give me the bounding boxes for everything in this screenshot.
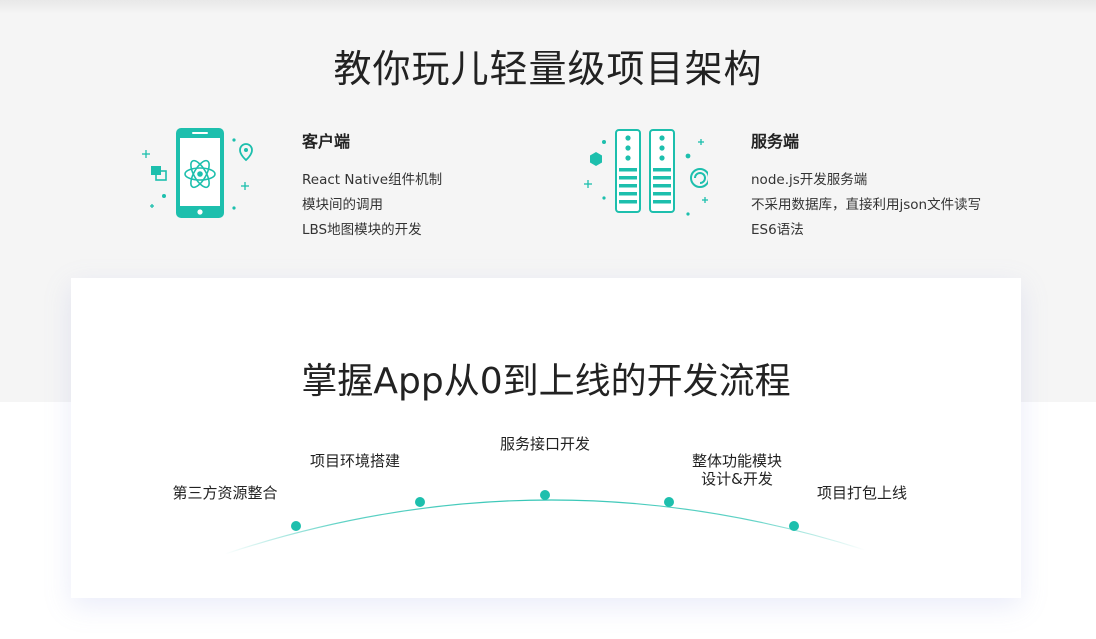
timeline-node [291, 521, 301, 531]
client-heading: 客户端 [302, 132, 351, 151]
client-list: React Native组件机制 模块间的调用 LBS地图模块的开发 [302, 168, 582, 243]
top-shadow [0, 0, 1096, 14]
server-racks-icon [582, 124, 710, 228]
step-label-line: 项目环境搭建 [309, 452, 400, 470]
server-item: ES6语法 [751, 222, 804, 238]
client-item: React Native组件机制 [302, 172, 443, 188]
client-item: LBS地图模块的开发 [302, 222, 422, 238]
step-label: 服务接口开发 [485, 435, 605, 453]
architecture-title: 教你玩儿轻量级项目架构 [333, 47, 763, 91]
course-page: 教你玩儿轻量级项目架构 客户端 React Native组件机制 模块间的调用 … [0, 0, 1096, 639]
step-label: 项目环境搭建 [295, 452, 415, 470]
step-label: 整体功能模块 设计&开发 [677, 452, 797, 488]
timeline-node [415, 497, 425, 507]
step-label-line: 整体功能模块 [691, 452, 782, 470]
server-list: node.js开发服务端 不采用数据库，直接利用json文件读写 ES6语法 [751, 168, 1031, 243]
client-text: 客户端 React Native组件机制 模块间的调用 LBS地图模块的开发 [302, 128, 582, 243]
process-card: 掌握App从0到上线的开发流程 第三方资源整合 项目环境搭建 服务接口开发 整体… [71, 278, 1021, 598]
client-item: 模块间的调用 [302, 197, 383, 213]
client-feature: 客户端 React Native组件机制 模块间的调用 LBS地图模块的开发 [136, 124, 576, 238]
step-label: 项目打包上线 [802, 484, 922, 502]
timeline-node [540, 490, 550, 500]
timeline-arc [224, 499, 866, 555]
timeline-node [664, 497, 674, 507]
server-item: 不采用数据库，直接利用json文件读写 [751, 197, 982, 213]
step-label-line: 项目打包上线 [816, 484, 907, 502]
timeline-node [789, 521, 799, 531]
step-label-line: 设计&开发 [701, 470, 773, 488]
step-label-line: 服务接口开发 [499, 435, 590, 453]
server-heading: 服务端 [751, 132, 800, 151]
mobile-phone-react-icon [136, 124, 262, 228]
server-item: node.js开发服务端 [751, 172, 868, 188]
step-label: 第三方资源整合 [165, 484, 285, 502]
step-label-line: 第三方资源整合 [172, 484, 278, 502]
server-feature: 服务端 node.js开发服务端 不采用数据库，直接利用json文件读写 ES6… [582, 124, 1022, 238]
server-text: 服务端 node.js开发服务端 不采用数据库，直接利用json文件读写 ES6… [751, 128, 1031, 243]
